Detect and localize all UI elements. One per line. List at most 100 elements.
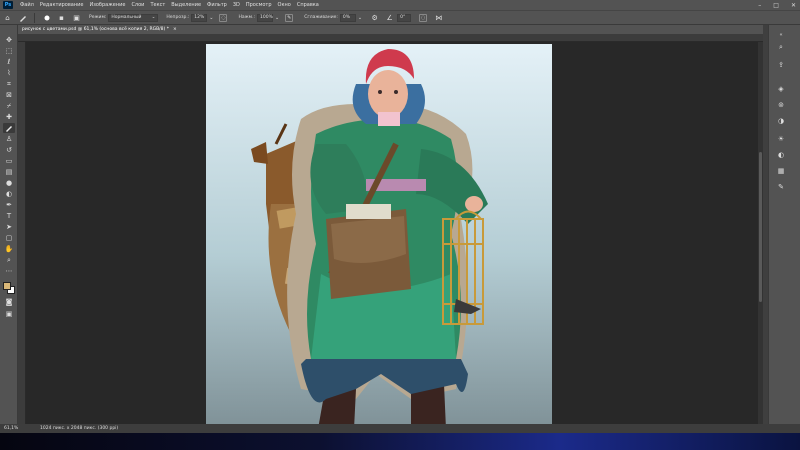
- opacity-value: 12%: [194, 15, 205, 20]
- smoothing-settings-gear-icon[interactable]: ⚙: [370, 13, 379, 22]
- options-bar: ⌂ ▪ ▣ Режим: Нормальный ⌄ Непрозр.: 12% …: [0, 10, 800, 25]
- eyedropper-tool-icon[interactable]: ⌿: [3, 101, 15, 111]
- adjustments-icon[interactable]: ◑: [775, 115, 787, 127]
- gradient-tool-icon[interactable]: ▤: [3, 167, 15, 177]
- menu-filter[interactable]: Фильтр: [204, 2, 230, 8]
- document-title: рисунок с цветами.psd @ 61,1% (основа вс…: [22, 27, 169, 32]
- separator: [34, 12, 35, 23]
- maximize-button[interactable]: □: [773, 2, 779, 9]
- lasso-tool-icon[interactable]: ℓ: [3, 57, 15, 67]
- crop-tool-icon[interactable]: ⌗: [3, 79, 15, 89]
- scrollbar-thumb[interactable]: [759, 152, 762, 302]
- minimize-button[interactable]: –: [758, 2, 761, 9]
- chevron-down-icon[interactable]: ⌄: [209, 15, 213, 21]
- menu-window[interactable]: Окно: [275, 2, 294, 8]
- color-panel-icon[interactable]: ◐: [775, 149, 787, 161]
- search-icon[interactable]: ⌕: [775, 41, 787, 53]
- brush-tool-icon[interactable]: [3, 123, 15, 133]
- shape-tool-icon[interactable]: ▢: [3, 233, 15, 243]
- collapse-panels-icon[interactable]: «: [775, 29, 787, 41]
- flow-label: Нажм.:: [238, 15, 256, 20]
- mode-value: Нормальный: [111, 15, 142, 20]
- artwork-illustration: [251, 49, 488, 424]
- angle-value: 0°: [400, 15, 406, 20]
- toolbox: ✥ ⬚ ℓ ⌇ ⌗ ⊠ ⌿ ✚ ♙ ↺ ▭ ▤ ● ◐ ✒ T ➤ ▢ ✋ ⌕ …: [0, 25, 18, 425]
- flow-value: 100%: [260, 15, 273, 20]
- horizontal-ruler[interactable]: [17, 34, 763, 49]
- photoshop-logo[interactable]: Ps: [3, 1, 13, 9]
- flow-input[interactable]: 100%: [257, 13, 274, 22]
- brush-preset-icon[interactable]: [18, 13, 27, 22]
- airbrush-icon[interactable]: ✎: [285, 13, 294, 22]
- light-bulb-icon[interactable]: ☀: [775, 133, 787, 145]
- stamp-tool-icon[interactable]: ♙: [3, 134, 15, 144]
- menu-help[interactable]: Справка: [294, 2, 322, 8]
- menu-edit[interactable]: Редактирование: [37, 2, 87, 8]
- move-tool-icon[interactable]: ✥: [3, 35, 15, 45]
- pressure-size-icon[interactable]: ◌: [419, 13, 428, 22]
- menu-image[interactable]: Изображение: [86, 2, 128, 8]
- smoothing-label: Сглаживание:: [304, 15, 338, 20]
- chevron-down-icon: ⌄: [151, 15, 156, 20]
- opacity-input[interactable]: 12%: [191, 13, 208, 22]
- os-taskbar: [0, 433, 800, 450]
- healing-tool-icon[interactable]: ✚: [3, 112, 15, 122]
- zoom-level[interactable]: 61,1%: [4, 426, 32, 431]
- angle-icon: ∠: [386, 13, 393, 22]
- more-tools-icon[interactable]: ⋯: [3, 266, 15, 276]
- pen-tool-icon[interactable]: ✒: [3, 200, 15, 210]
- home-icon[interactable]: ⌂: [3, 13, 12, 22]
- close-tab-icon[interactable]: ×: [173, 27, 177, 32]
- brush-settings-panel-icon[interactable]: ✎: [775, 181, 787, 193]
- layers-icon[interactable]: ◈: [775, 83, 787, 95]
- document-tab[interactable]: рисунок с цветами.psd @ 61,1% (основа вс…: [18, 25, 181, 34]
- document-tabs: рисунок с цветами.psd @ 61,1% (основа вс…: [18, 25, 181, 34]
- opacity-label: Непрозр.:: [166, 15, 190, 20]
- close-button[interactable]: ✕: [791, 2, 796, 9]
- vertical-ruler[interactable]: [18, 42, 26, 424]
- screen-mode-icon[interactable]: ▣: [3, 309, 15, 319]
- angle-input[interactable]: 0°: [397, 13, 412, 22]
- history-brush-tool-icon[interactable]: ↺: [3, 145, 15, 155]
- mode-select[interactable]: Нормальный ⌄: [108, 13, 159, 22]
- menu-select[interactable]: Выделение: [168, 2, 204, 8]
- window-controls: – □ ✕: [758, 0, 796, 10]
- status-bar: 61,1% 1024 пикс. x 2048 пикс. (300 ppi): [0, 424, 800, 433]
- menu-3d[interactable]: 3D: [230, 2, 243, 8]
- chevron-down-icon[interactable]: ⌄: [275, 15, 279, 21]
- quick-select-tool-icon[interactable]: ⌇: [3, 68, 15, 78]
- menu-view[interactable]: Просмотр: [243, 2, 275, 8]
- chevron-down-icon[interactable]: ⌄: [358, 15, 362, 21]
- foreground-color-swatch[interactable]: [3, 282, 11, 290]
- menu-file[interactable]: Файл: [17, 2, 37, 8]
- eraser-tool-icon[interactable]: ▭: [3, 156, 15, 166]
- zoom-tool-icon[interactable]: ⌕: [3, 255, 15, 265]
- menu-type[interactable]: Текст: [147, 2, 168, 8]
- pressure-opacity-icon[interactable]: ◌: [219, 13, 228, 22]
- mode-label: Режим:: [89, 15, 107, 20]
- swatches-icon[interactable]: ▦: [775, 165, 787, 177]
- brush-settings-icon[interactable]: ▪: [57, 13, 66, 22]
- type-tool-icon[interactable]: T: [3, 211, 15, 221]
- smoothing-value: 0%: [342, 15, 351, 20]
- frame-tool-icon[interactable]: ⊠: [3, 90, 15, 100]
- quick-mask-icon[interactable]: ◙: [3, 297, 15, 307]
- menu-layers[interactable]: Слои: [128, 2, 147, 8]
- brush-panel-icon[interactable]: ▣: [72, 13, 81, 22]
- path-select-tool-icon[interactable]: ➤: [3, 222, 15, 232]
- channels-icon[interactable]: ⊚: [775, 99, 787, 111]
- brush-size-icon[interactable]: [42, 13, 51, 22]
- share-icon[interactable]: ⇪: [775, 59, 787, 71]
- dodge-tool-icon[interactable]: ◐: [3, 189, 15, 199]
- document-info[interactable]: 1024 пикс. x 2048 пикс. (300 ppi): [40, 426, 118, 431]
- marquee-tool-icon[interactable]: ⬚: [3, 46, 15, 56]
- canvas-workspace[interactable]: [26, 42, 763, 424]
- menu-bar: Ps Файл Редактирование Изображение Слои …: [0, 0, 800, 10]
- photoshop-window: Ps Файл Редактирование Изображение Слои …: [0, 0, 800, 450]
- blur-tool-icon[interactable]: ●: [3, 178, 15, 188]
- document-canvas[interactable]: [206, 44, 552, 424]
- smoothing-input[interactable]: 0%: [339, 13, 356, 22]
- right-panel-strip: « ⌕ ⇪ ◈ ⊚ ◑ ☀ ◐ ▦ ✎: [768, 25, 800, 425]
- symmetry-icon[interactable]: ⋈: [434, 13, 443, 22]
- hand-tool-icon[interactable]: ✋: [3, 244, 15, 254]
